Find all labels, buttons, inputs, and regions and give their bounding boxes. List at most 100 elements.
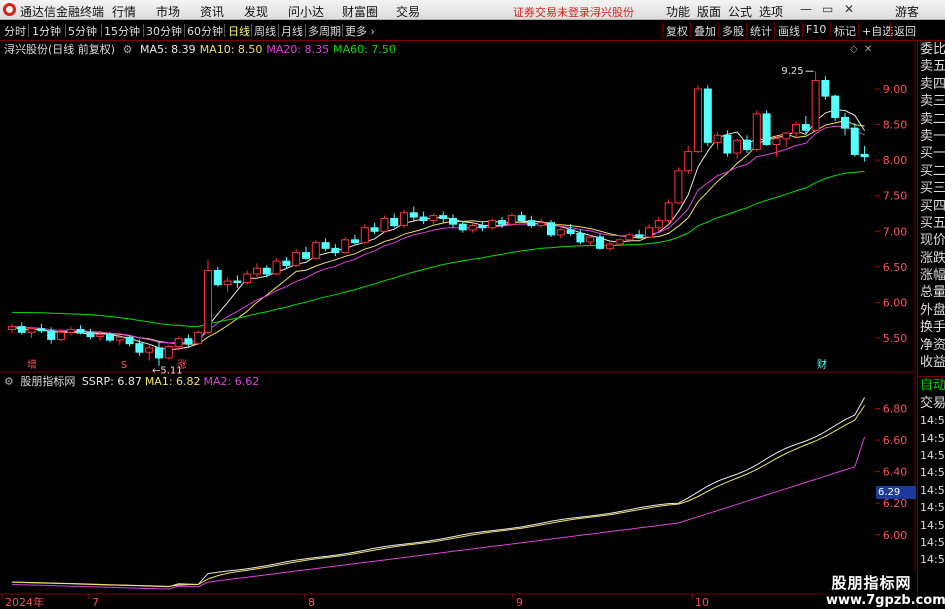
- candle: [645, 227, 653, 238]
- candle: [380, 217, 389, 232]
- candle: [341, 239, 350, 254]
- ma60-line: [11, 171, 865, 328]
- stock-title: 浔兴股份(日线 前复权): [4, 43, 116, 56]
- watermark-title: 股朋指标网: [831, 574, 912, 592]
- candle: [547, 222, 555, 236]
- candle: [282, 260, 291, 266]
- candle: [586, 236, 595, 243]
- quote-field-label: 涨幅: [920, 268, 945, 284]
- quote-field-label: 换手: [920, 320, 945, 336]
- candle: [57, 331, 65, 340]
- candle: [625, 234, 634, 241]
- quote-field-label: 卖三: [920, 94, 945, 110]
- settings-icon[interactable]: ⚙: [123, 43, 133, 56]
- indicator-legend-item: MA1: 6.82: [144, 375, 201, 388]
- quote-field-label: 委比: [920, 42, 945, 57]
- candle: [213, 269, 222, 286]
- quote-field-label: 卖五: [920, 59, 945, 75]
- candle: [713, 134, 722, 143]
- y-tick-label: 6.50: [883, 261, 908, 274]
- quote-field-label: 买三: [920, 181, 945, 197]
- candle: [752, 113, 761, 150]
- candle: [223, 280, 232, 286]
- candle: [409, 212, 418, 218]
- event-tag: 财: [817, 358, 827, 371]
- candle: [86, 332, 95, 338]
- ma-legend-item: MA20: 8.35: [266, 43, 330, 56]
- y-tick-label: 9.00: [883, 83, 908, 96]
- y-tick-label: 6.40: [883, 466, 908, 479]
- quote-field-label: 外盘: [920, 302, 945, 318]
- y-tick-label: 5.50: [883, 332, 908, 345]
- indicator-legend-item: SSRP: 6.87: [81, 375, 142, 388]
- x-tick-label: 8: [308, 596, 315, 609]
- candle: [390, 217, 399, 227]
- candle: [253, 267, 261, 275]
- ma-legend-item: MA5: 8.39: [139, 43, 196, 56]
- candle: [703, 88, 712, 143]
- candle: [801, 124, 810, 131]
- candle: [360, 227, 369, 244]
- trade-tab[interactable]: 交易: [918, 395, 945, 412]
- candle: [145, 347, 154, 353]
- candle: [302, 252, 310, 259]
- candle: [164, 346, 173, 359]
- quote-field-label: 卖四: [920, 76, 945, 92]
- candle: [556, 229, 565, 236]
- y-tick-label: 7.50: [883, 190, 908, 203]
- quote-side-panel: 委比 卖五 卖四 卖三 卖二 卖一 买一 买二 买三 买四 买五 现价 涨跌 涨幅 总量 外盘 换手 净资 收益 自动…: [917, 41, 945, 609]
- candle: [174, 338, 183, 348]
- candle: [76, 328, 85, 334]
- x-tick-label: 7: [92, 596, 99, 609]
- quote-field-label: 买一: [920, 146, 945, 162]
- candle: [125, 336, 134, 345]
- trade-time: 14:56: [920, 431, 945, 445]
- candle: [370, 227, 379, 232]
- candle: [96, 333, 105, 338]
- candle: [468, 225, 477, 231]
- kline-chart[interactable]: 9.00 8.50 8.00 7.50 7.00 6.50 6.00 5.50 6.80 6.60…: [0, 0, 917, 609]
- y-tick-label: 8.50: [883, 119, 908, 132]
- settings-icon[interactable]: ⚙: [0, 375, 14, 388]
- candle: [419, 216, 428, 222]
- y-tick-label: 6.00: [883, 529, 908, 542]
- quote-field-label: 总量: [920, 285, 945, 301]
- candle: [498, 220, 506, 225]
- indicator-legend: SSRP: 6.87 MA1: 6.82 MA2: 6.62: [82, 375, 262, 388]
- event-tag: 增: [27, 358, 37, 371]
- candle: [507, 215, 516, 225]
- ssrp-ma1-line: [11, 405, 866, 587]
- indicator-name[interactable]: 股朋指标网: [20, 375, 75, 388]
- candle: [292, 252, 301, 266]
- candle: [743, 139, 751, 150]
- candle: [243, 273, 252, 284]
- candle: [17, 326, 26, 333]
- auto-trade-tab[interactable]: 自动: [918, 377, 945, 394]
- event-tag: S: [121, 360, 127, 371]
- x-tick-label: 10: [695, 596, 709, 609]
- trade-time: 14:56: [920, 414, 945, 428]
- indicator-current-value: 6.29: [876, 486, 916, 499]
- ma-legend: MA5: 8.39 MA10: 8.50 MA20: 8.35 MA60: 7.50: [140, 43, 400, 56]
- quote-field-label: 涨跌: [920, 250, 945, 266]
- y-tick-label: 6.20: [883, 497, 908, 510]
- candle: [233, 280, 242, 284]
- trade-time: 14:56: [920, 553, 945, 567]
- candle: [860, 153, 869, 158]
- candle: [478, 225, 487, 229]
- candle: [331, 247, 340, 254]
- candle: [311, 242, 320, 259]
- diamond-icon: ◇: [850, 44, 858, 55]
- candle: [155, 347, 163, 359]
- candle: [194, 331, 203, 345]
- candle: [792, 124, 800, 134]
- candle: [684, 151, 693, 172]
- candle: [576, 232, 585, 243]
- ssrp-line: [11, 397, 866, 588]
- candle: [831, 95, 840, 118]
- trade-time: 14:56: [920, 535, 945, 549]
- quote-field-label: 收益: [920, 355, 945, 371]
- candle: [733, 139, 742, 154]
- y-tick-label: 7.00: [883, 225, 908, 238]
- y-tick-label: 6.60: [883, 434, 908, 447]
